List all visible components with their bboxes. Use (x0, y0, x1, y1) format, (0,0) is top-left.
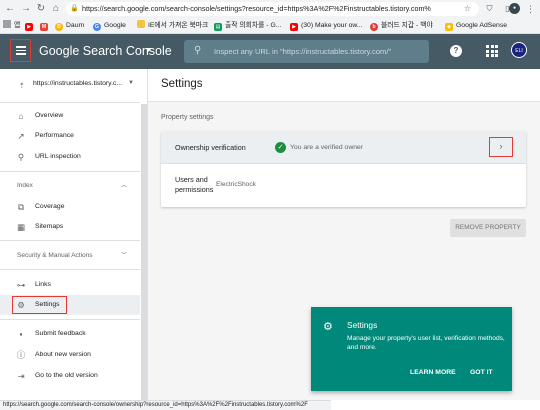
settings-highlight-box (12, 296, 67, 314)
address-bar[interactable]: https://search.google.com/search-console… (66, 2, 479, 16)
sidebar-item-feedback[interactable]: ▪ Submit feedback (0, 324, 140, 344)
home-browser-icon[interactable]: ⌂ (49, 2, 63, 16)
kebab-menu-icon[interactable]: ⋮ (524, 2, 537, 16)
apps-launcher-icon[interactable] (486, 45, 498, 57)
sheets-icon: ▤ (214, 23, 222, 31)
youtube-icon: ▶ (290, 23, 298, 31)
sidebar-item-links[interactable]: ⊶ Links (0, 275, 140, 295)
sitemap-icon: ▦ (16, 222, 26, 232)
reload-icon[interactable]: ↻ (34, 2, 48, 16)
property-icon: ⇡ (19, 83, 25, 90)
trend-icon: ↗ (17, 131, 25, 141)
help-icon[interactable]: ? (450, 45, 462, 57)
bookmark-youtube[interactable]: ▶ (25, 18, 36, 33)
folder-icon (137, 20, 145, 28)
bookmark-youtube-video[interactable]: ▶ (30) Make your ow... (290, 18, 363, 33)
remove-property-button[interactable]: REMOVE PROPERTY (450, 219, 526, 237)
links-icon: ⊶ (16, 280, 26, 290)
chevron-right-icon[interactable]: › (489, 137, 513, 157)
chevron-up-icon: ︿ (120, 183, 127, 189)
page-title: Settings (161, 78, 203, 90)
google-icon: G (93, 23, 101, 31)
link-status-bar: https://search.google.com/search-console… (0, 400, 331, 410)
sidebar-scrollbar[interactable] (141, 104, 147, 400)
sidebar-item-url-inspection[interactable]: ⚲ URL inspection (0, 147, 140, 167)
gmail-icon: M (40, 23, 48, 31)
adsense-icon: ◆ (445, 23, 453, 31)
apps-grid-icon (3, 20, 11, 28)
sidebar-item-overview[interactable]: ⌂ Overview (0, 106, 140, 126)
sidebar-item-performance[interactable]: ↗ Performance (0, 126, 140, 146)
blog-icon: b (370, 23, 378, 31)
chevron-down-icon: ﹀ (120, 253, 127, 259)
check-circle-icon: ✓ (275, 142, 286, 153)
section-security[interactable]: Security & Manual Actions ﹀ (0, 246, 140, 266)
bookmark-ie-folder[interactable]: IE에서 가져온 북마크 (137, 18, 208, 33)
info-icon: ⓘ (16, 350, 26, 360)
caret-down-icon[interactable]: ▼ (145, 47, 152, 54)
got-it-button[interactable]: GOT IT (470, 369, 493, 376)
ownership-label: Ownership verification (175, 143, 246, 152)
coverage-icon: ⧉ (17, 202, 25, 212)
star-icon[interactable]: ☆ (461, 2, 474, 16)
bookmark-daum[interactable]: D Daum (55, 18, 84, 33)
profile-icon[interactable]: ● (509, 3, 520, 14)
search-placeholder[interactable]: Inspect any URL in "https://instructable… (214, 40, 391, 63)
learn-more-button[interactable]: LEARN MORE (410, 369, 456, 376)
bottom-strip (331, 400, 540, 410)
gear-icon: ⚙ (323, 321, 333, 333)
property-url[interactable]: https://instructables.tistory.c... (33, 80, 122, 87)
bookmark-apps[interactable]: 앱 (3, 18, 20, 33)
tooltip-title: Settings (347, 320, 378, 330)
ownership-status: You are a verified owner (290, 144, 364, 151)
section-label: Property settings (161, 114, 214, 121)
avatar[interactable]: ELI (511, 42, 527, 58)
shield-ext-icon[interactable]: ⛉ (483, 2, 496, 16)
feedback-icon: ▪ (19, 329, 23, 339)
bookmarks-bar: 앱 ▶ M D Daum G Google IE에서 가져온 북마크 ▤ 출작 의회차… (0, 18, 540, 33)
youtube-icon: ▶ (25, 23, 33, 31)
users-value: ElectricShock (216, 181, 256, 188)
search-icon: ⚲ (17, 152, 25, 162)
sidebar-item-coverage[interactable]: ⧉ Coverage (0, 197, 140, 217)
search-icon: ⚲ (194, 45, 202, 56)
tooltip-text: Manage your property's user list, verifi… (347, 335, 505, 351)
exit-icon: ⇥ (17, 371, 25, 381)
bookmark-blog[interactable]: b 블러드 지갑 - 백야 (370, 18, 433, 33)
bookmark-sheets[interactable]: ▤ 출작 의회차를 - G... (214, 18, 281, 33)
bookmark-gmail[interactable]: M (40, 18, 51, 33)
divider (0, 269, 140, 270)
divider (0, 319, 140, 320)
divider (0, 240, 140, 241)
section-index[interactable]: Index ︿ (0, 176, 140, 196)
sidebar-item-old-version[interactable]: ⇥ Go to the old version (0, 366, 140, 386)
bookmark-google[interactable]: G Google (93, 18, 126, 33)
home-icon: ⌂ (18, 111, 24, 121)
sidebar-item-sitemaps[interactable]: ▦ Sitemaps (0, 217, 140, 237)
daum-icon: D (55, 23, 63, 31)
lock-icon: 🔒 (70, 5, 79, 12)
bookmark-adsense[interactable]: ◆ Google AdSense (445, 18, 507, 33)
back-icon[interactable]: ← (3, 2, 17, 16)
forward-icon[interactable]: → (19, 2, 33, 16)
dropdown-arrow-icon[interactable]: ▼ (128, 80, 134, 86)
divider (0, 171, 140, 172)
page-title-bar (148, 69, 540, 102)
sidebar-item-about[interactable]: ⓘ About new version (0, 345, 140, 365)
hamburger-menu-icon[interactable] (10, 39, 31, 62)
